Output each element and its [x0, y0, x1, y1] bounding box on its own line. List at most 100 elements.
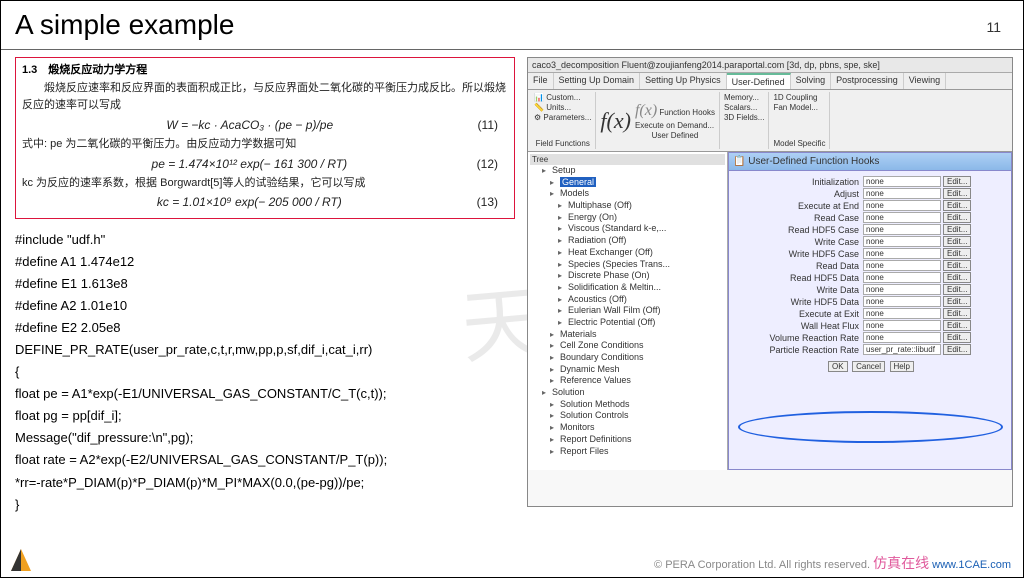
cancel-button[interactable]: Cancel [852, 361, 885, 372]
menu-tab[interactable]: Viewing [904, 73, 946, 89]
code-line: #define A1 1.474e12 [15, 251, 515, 273]
tree-item[interactable]: ▸Solution Controls [542, 410, 725, 422]
fluent-menubar: FileSetting Up DomainSetting Up PhysicsU… [528, 73, 1012, 90]
tree-item[interactable]: ▸Reference Values [542, 375, 725, 387]
dialog-row: Write HDF5 CasenoneEdit... [733, 248, 1007, 259]
tree-item[interactable]: ▸Multiphase (Off) [542, 200, 725, 212]
url-link[interactable]: www.1CAE.com [932, 559, 1011, 571]
edit-button[interactable]: Edit... [943, 248, 971, 259]
hook-label: Adjust [733, 189, 863, 199]
tree-item[interactable]: ▸Eulerian Wall Film (Off) [542, 305, 725, 317]
edit-button[interactable]: Edit... [943, 296, 971, 307]
tree-item[interactable]: ▸Viscous (Standard k-e,... [542, 223, 725, 235]
menu-tab[interactable]: Postprocessing [831, 73, 904, 89]
tree-item[interactable]: ▸Energy (On) [542, 212, 725, 224]
edit-button[interactable]: Edit... [943, 344, 971, 355]
hook-value[interactable]: none [863, 308, 941, 319]
code-line: float pe = A1*exp(-E1/UNIVERSAL_GAS_CONS… [15, 383, 515, 405]
tree-item[interactable]: ▸Cell Zone Conditions [542, 340, 725, 352]
tree-item[interactable]: ▸General [542, 177, 725, 189]
fluent-ribbon: 📊 Custom... 📏 Units... ⚙ Parameters... F… [528, 90, 1012, 152]
tree-item[interactable]: ▸Solution Methods [542, 399, 725, 411]
edit-button[interactable]: Edit... [943, 308, 971, 319]
code-line: { [15, 361, 515, 383]
tree-item[interactable]: ▸Solution [542, 387, 725, 399]
code-block: #include "udf.h"#define A1 1.474e12#defi… [15, 229, 515, 516]
function-hooks-btn[interactable]: Function Hooks [659, 108, 715, 117]
scalars-btn[interactable]: Scalars... [724, 103, 764, 112]
tree-item[interactable]: ▸Discrete Phase (On) [542, 270, 725, 282]
execute-on-demand-btn[interactable]: Execute on Demand... [635, 121, 715, 130]
edit-button[interactable]: Edit... [943, 188, 971, 199]
dialog-row: Write HDF5 DatanoneEdit... [733, 296, 1007, 307]
units-btn[interactable]: 📏 Units... [534, 103, 591, 112]
ribbon-model-specific: 1D Coupling Fan Model... Model Specific [769, 92, 830, 149]
ribbon-memory: Memory... Scalars... 3D Fields... [720, 92, 769, 149]
fx-icon: f(x) [635, 102, 657, 119]
fields-btn[interactable]: 3D Fields... [724, 113, 764, 122]
help-button[interactable]: Help [890, 361, 914, 372]
tree-item[interactable]: ▸Monitors [542, 422, 725, 434]
hook-value[interactable]: none [863, 260, 941, 271]
functions-icon[interactable]: f(x) [600, 108, 631, 134]
edit-button[interactable]: Edit... [943, 332, 971, 343]
edit-button[interactable]: Edit... [943, 260, 971, 271]
tree-item[interactable]: ▸Dynamic Mesh [542, 364, 725, 376]
edit-button[interactable]: Edit... [943, 320, 971, 331]
hook-value[interactable]: none [863, 284, 941, 295]
code-line: } [15, 494, 515, 516]
edit-button[interactable]: Edit... [943, 272, 971, 283]
edit-button[interactable]: Edit... [943, 236, 971, 247]
hook-value[interactable]: user_pr_rate::libudf [863, 344, 941, 355]
tree-item[interactable]: ▸Report Files [542, 446, 725, 458]
cn-brand: 仿真在线 [873, 557, 929, 572]
hook-value[interactable]: none [863, 212, 941, 223]
tree-item[interactable]: ▸Acoustics (Off) [542, 294, 725, 306]
dialog-row: Read HDF5 DatanoneEdit... [733, 272, 1007, 283]
tree-item[interactable]: ▸Models [542, 188, 725, 200]
tree-item[interactable]: ▸Electric Potential (Off) [542, 317, 725, 329]
tree-item[interactable]: ▸Setup [542, 165, 725, 177]
coupling-btn[interactable]: 1D Coupling [773, 93, 825, 102]
hook-value[interactable]: none [863, 188, 941, 199]
hook-value[interactable]: none [863, 296, 941, 307]
menu-tab[interactable]: Solving [791, 73, 832, 89]
tree-item[interactable]: ▸Boundary Conditions [542, 352, 725, 364]
menu-tab[interactable]: Setting Up Domain [554, 73, 641, 89]
hook-label: Particle Reaction Rate [733, 345, 863, 355]
edit-button[interactable]: Edit... [943, 224, 971, 235]
menu-tab[interactable]: Setting Up Physics [640, 73, 727, 89]
hook-value[interactable]: none [863, 332, 941, 343]
ok-button[interactable]: OK [828, 361, 848, 372]
parameters-btn[interactable]: ⚙ Parameters... [534, 113, 591, 122]
menu-tab[interactable]: User-Defined [727, 73, 791, 89]
edit-button[interactable]: Edit... [943, 284, 971, 295]
hook-label: Initialization [733, 177, 863, 187]
formula-text: 煅烧反应速率和反应界面的表面积成正比，与反应界面处二氧化碳的平衡压力成反比。所以… [22, 80, 508, 115]
tree-item[interactable]: ▸Solidification & Meltin... [542, 282, 725, 294]
hook-value[interactable]: none [863, 236, 941, 247]
tree-item[interactable]: ▸Report Definitions [542, 434, 725, 446]
tree-item[interactable]: ▸Materials [542, 329, 725, 341]
hook-value[interactable]: none [863, 248, 941, 259]
formula-box: 1.3 煅烧反应动力学方程 煅烧反应速率和反应界面的表面积成正比，与反应界面处二… [15, 57, 515, 219]
edit-button[interactable]: Edit... [943, 200, 971, 211]
hook-value[interactable]: none [863, 176, 941, 187]
hook-value[interactable]: none [863, 272, 941, 283]
custom-btn[interactable]: 📊 Custom... [534, 93, 591, 102]
edit-button[interactable]: Edit... [943, 212, 971, 223]
hook-value[interactable]: none [863, 200, 941, 211]
fan-model-btn[interactable]: Fan Model... [773, 103, 825, 112]
hook-value[interactable]: none [863, 320, 941, 331]
hook-value[interactable]: none [863, 224, 941, 235]
dialog-row: AdjustnoneEdit... [733, 188, 1007, 199]
tree-item[interactable]: ▸Radiation (Off) [542, 235, 725, 247]
memory-btn[interactable]: Memory... [724, 93, 764, 102]
edit-button[interactable]: Edit... [943, 176, 971, 187]
menu-tab[interactable]: File [528, 73, 554, 89]
tree-item[interactable]: ▸Heat Exchanger (Off) [542, 247, 725, 259]
dialog-row: Read HDF5 CasenoneEdit... [733, 224, 1007, 235]
tree-item[interactable]: ▸Species (Species Trans... [542, 259, 725, 271]
outline-tree[interactable]: Tree ▸Setup▸General▸Models▸Multiphase (O… [528, 152, 728, 470]
hook-label: Execute at End [733, 201, 863, 211]
